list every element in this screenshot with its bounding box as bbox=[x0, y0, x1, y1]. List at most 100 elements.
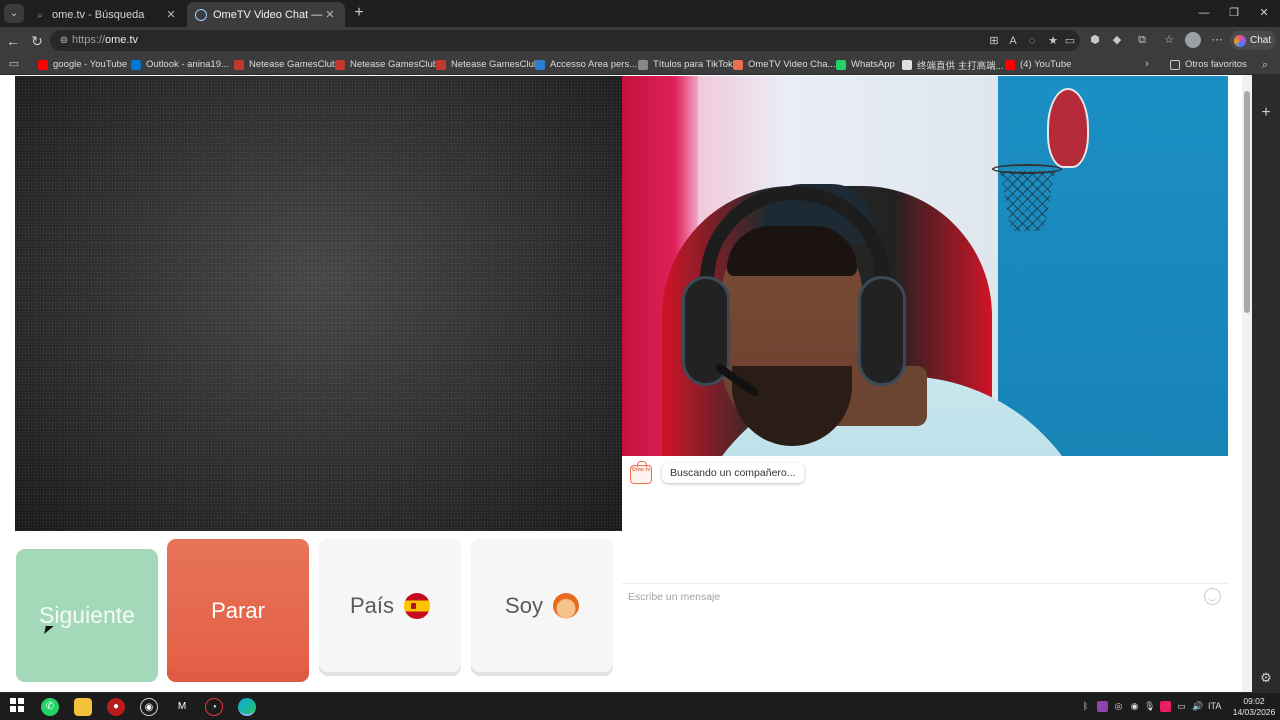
tray-app-icon[interactable] bbox=[1097, 701, 1108, 712]
site-info-icon[interactable]: ⊜ bbox=[58, 34, 70, 47]
bookmark-favicon-icon bbox=[902, 59, 912, 70]
tray-steam-icon[interactable]: ◎ bbox=[1113, 701, 1124, 712]
bookmark-item[interactable]: Netease GamesClub bbox=[335, 57, 438, 72]
bluetooth-icon[interactable]: ᛒ bbox=[1080, 701, 1091, 712]
keyboard-language[interactable]: ITA bbox=[1208, 701, 1221, 711]
tab-search[interactable]: ⌕ ome.tv - Búsqueda ✕ bbox=[26, 2, 186, 27]
more-menu-icon[interactable]: ⋯ bbox=[1210, 33, 1224, 47]
camera-icon[interactable]: ▭ bbox=[1063, 34, 1077, 48]
bookmark-label: WhatsApp bbox=[851, 59, 895, 70]
bookmark-item[interactable]: google - YouTube bbox=[38, 57, 127, 72]
search-icon[interactable]: ⌕ bbox=[1258, 58, 1272, 72]
obs-icon[interactable]: ◉ bbox=[140, 698, 158, 716]
bookmark-favicon-icon bbox=[733, 59, 743, 70]
tray-app2-icon[interactable] bbox=[1160, 701, 1171, 712]
bookmark-label: Títulos para TikTok bbox=[653, 59, 733, 70]
browser-toolbar: ← ↻ ⊜ https://ome.tv ⊞ A ◌ ★ ▭ ⬢ ◆ ⧉ ☆ ⋯… bbox=[0, 27, 1280, 54]
network-icon[interactable]: ▭ bbox=[1176, 701, 1187, 712]
bookmark-favicon-icon bbox=[535, 59, 545, 70]
country-button[interactable]: País bbox=[319, 539, 461, 672]
bookmark-favicon-icon bbox=[234, 59, 244, 70]
video-noise bbox=[15, 76, 622, 531]
next-label: Siguiente bbox=[39, 602, 135, 628]
gender-label: Soy bbox=[505, 592, 543, 618]
extension-adblock-icon[interactable]: ⬢ bbox=[1088, 33, 1102, 47]
volume-icon[interactable]: 🔊 bbox=[1192, 701, 1203, 712]
copilot-chat-button[interactable]: Chat bbox=[1230, 31, 1276, 50]
tab-ometv[interactable]: OmeTV Video Chat — Omegle ✕ bbox=[187, 2, 345, 27]
translate-icon[interactable]: A bbox=[1006, 34, 1020, 48]
gender-button[interactable]: Soy bbox=[471, 539, 613, 672]
close-window-button[interactable]: ✕ bbox=[1250, 4, 1278, 22]
bookmark-label: Netease GamesClub bbox=[451, 59, 540, 70]
bookmark-item[interactable]: Outlook - anina19... bbox=[131, 57, 229, 72]
chevron-right-icon[interactable]: › bbox=[1140, 57, 1154, 71]
bookmark-item[interactable]: 终端直供 主打高端... bbox=[902, 57, 1004, 72]
address-url: https://ome.tv bbox=[72, 34, 139, 46]
extension-icon[interactable]: ◆ bbox=[1110, 33, 1124, 47]
tray-obs-icon[interactable]: ◉ bbox=[1129, 701, 1140, 712]
message-input[interactable] bbox=[628, 588, 1188, 606]
bookmark-item[interactable]: (4) YouTube bbox=[1005, 57, 1071, 72]
reader-icon[interactable]: ◌ bbox=[1025, 34, 1039, 48]
microphone-icon[interactable]: 🎙 bbox=[1144, 701, 1155, 712]
status-message: Buscando un compañero... bbox=[662, 463, 804, 483]
page-scrollbar[interactable] bbox=[1242, 75, 1252, 692]
reload-button[interactable]: ↻ bbox=[27, 31, 47, 51]
bookmark-label: Accesso Area pers... bbox=[550, 59, 638, 70]
bookmark-favicon-icon bbox=[436, 59, 446, 70]
bookmark-label: 终端直供 主打高端... bbox=[917, 60, 1004, 72]
next-button[interactable]: Siguiente bbox=[16, 549, 158, 682]
bookmark-label: OmeTV Video Cha... bbox=[748, 59, 836, 70]
system-clock[interactable]: 09:02 14/03/2026 bbox=[1232, 696, 1276, 718]
other-bookmarks-folder[interactable]: Otros favoritos bbox=[1170, 57, 1247, 72]
address-bar[interactable]: ⊜ https://ome.tv ⊞ A ◌ ★ ▭ bbox=[50, 30, 1080, 51]
spain-flag-icon bbox=[404, 592, 431, 619]
stop-button[interactable]: Parar bbox=[167, 539, 309, 682]
windows-taskbar: ✆ ● ◉ M ◔ ᛒ ◎ ◉ 🎙 ▭ 🔊 ITA 09:02 14/03/20… bbox=[0, 692, 1280, 720]
whatsapp-icon[interactable]: ✆ bbox=[41, 698, 59, 716]
bookmark-item[interactable]: OmeTV Video Cha... bbox=[733, 57, 835, 72]
new-tab-button[interactable]: + bbox=[350, 4, 368, 22]
partner-video-static bbox=[15, 76, 622, 531]
copilot-icon bbox=[1234, 34, 1246, 47]
close-icon[interactable]: ✕ bbox=[323, 8, 337, 21]
bookmark-item[interactable]: Accesso Area pers... bbox=[535, 57, 637, 72]
windows-start-icon[interactable] bbox=[8, 698, 26, 716]
star-icon[interactable]: ★ bbox=[1046, 34, 1060, 48]
tab-bar: ⌄ ⌕ ome.tv - Búsqueda ✕ OmeTV Video Chat… bbox=[0, 0, 1280, 27]
close-icon[interactable]: ✕ bbox=[164, 8, 178, 21]
bookmark-item[interactable]: Títulos para TikTok bbox=[638, 57, 733, 72]
tab-title: ome.tv - Búsqueda bbox=[52, 8, 145, 21]
bookmarks-bar: ▭ google - YouTube Outlook - anina19... Ne… bbox=[0, 54, 1280, 75]
app-m-icon[interactable]: M bbox=[173, 698, 191, 716]
stop-label: Parar bbox=[211, 597, 265, 623]
browser-sidebar: + ⚙ bbox=[1252, 75, 1280, 692]
tab-search-button[interactable]: ⌄ bbox=[4, 4, 24, 23]
edge-browser-icon[interactable] bbox=[238, 698, 256, 716]
bookmark-label: google - YouTube bbox=[53, 59, 128, 70]
back-button[interactable]: ← bbox=[3, 31, 23, 51]
basketball-hoop bbox=[1047, 88, 1089, 168]
profile-avatar[interactable] bbox=[1185, 32, 1201, 48]
gear-icon[interactable]: ⚙ bbox=[1257, 669, 1275, 687]
bookmark-favicon-icon bbox=[836, 59, 846, 70]
country-label: País bbox=[349, 592, 395, 618]
restore-button[interactable]: ❐ bbox=[1220, 4, 1248, 22]
emoji-icon[interactable] bbox=[1204, 588, 1221, 605]
bookmark-item[interactable]: Netease GamesClub bbox=[234, 57, 337, 72]
app-gauge-icon[interactable]: ◔ bbox=[205, 698, 223, 716]
scrollbar-thumb[interactable] bbox=[1244, 91, 1250, 313]
bookmark-item[interactable]: Netease GamesClub bbox=[436, 57, 539, 72]
ometv-logo-icon: Ome tv bbox=[630, 461, 652, 484]
minimize-button[interactable]: — bbox=[1190, 4, 1218, 22]
bookmark-favicon-icon bbox=[638, 59, 648, 70]
file-explorer-icon[interactable] bbox=[74, 698, 92, 716]
extensions-puzzle-icon[interactable]: ⧉ bbox=[1135, 33, 1149, 47]
add-sidebar-icon[interactable]: + bbox=[1256, 103, 1276, 123]
bookmark-item[interactable]: WhatsApp bbox=[836, 57, 895, 72]
tab-actions-icon[interactable]: ▭ bbox=[7, 57, 21, 71]
favorites-icon[interactable]: ☆ bbox=[1162, 33, 1176, 47]
app-red-icon[interactable]: ● bbox=[107, 698, 125, 716]
install-app-icon[interactable]: ⊞ bbox=[987, 34, 1001, 48]
